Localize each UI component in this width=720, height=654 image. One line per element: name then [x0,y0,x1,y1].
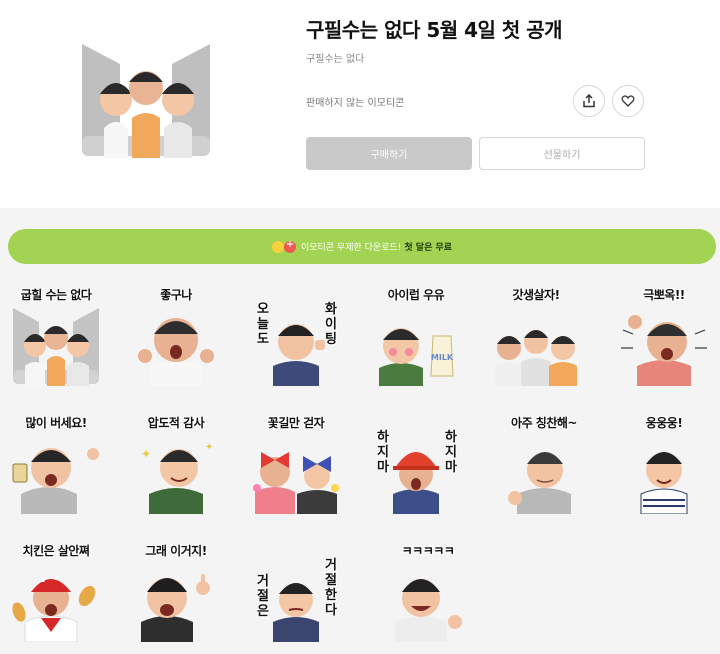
sticker-caption: 그래 이거지! [145,544,207,558]
sticker-caption: 웅웅웅! [645,416,683,430]
sticker-caption: 압도적 감사 [147,416,205,430]
sticker-item[interactable]: 웅웅웅! [619,414,709,516]
product-title: 구필수는 없다 5월 4일 첫 공개 [306,18,563,42]
sticker-image [508,452,571,514]
sticker-caption: 많이 버세요! [25,416,87,430]
promo-highlight: 첫 달은 무료 [404,243,453,253]
plus-icon [283,239,296,253]
heart-icon [621,95,635,107]
promo-banner[interactable]: 이모티콘 무제한 다운로드! 첫 달은 무료 [8,229,716,264]
sticker-caption: 아이럽 우유 [387,288,445,302]
sticker-image [138,318,214,386]
sticker-image: MILK [379,328,454,386]
sticker-item[interactable]: ㅋㅋㅋㅋㅋ [383,542,473,644]
sticker-item[interactable]: 굽힐 수는 없다 [11,286,101,388]
sale-status-note: 판매하지 않는 이모티콘 [306,98,405,109]
sticker-caption-right: 거절한다 [325,558,337,618]
sticker-item[interactable]: 압도적 감사 ✦ ✦ [131,414,221,516]
sticker-image [141,574,210,642]
sticker-item[interactable]: 하지마 하지마 [371,414,461,516]
sticker-item[interactable]: 오늘도 화이팅 [251,286,341,388]
share-button[interactable] [573,85,605,117]
sticker-caption: ㅋㅋㅋㅋㅋ [401,544,455,558]
sticker-caption: 극뽀옥!! [643,288,685,302]
svg-text:✦: ✦ [141,447,151,461]
sticker-image [395,579,462,642]
sticker-caption: 꽃길만 걷자 [267,416,325,430]
sticker-caption-left: 오늘도 [257,302,269,347]
sticker-image [640,452,688,514]
sticker-item[interactable]: 아이럽 우유 MILK [371,286,461,388]
author-name[interactable]: 구필수는 없다 [306,50,364,65]
sticker-preview-area: 이모티콘 무제한 다운로드! 첫 달은 무료 굽힐 수는 없다 좋구나 [0,208,720,654]
sticker-caption-right: 화이팅 [325,302,337,347]
product-header: 구필수는 없다 5월 4일 첫 공개 구필수는 없다 판매하지 않는 이모티콘 … [0,0,720,208]
sticker-item[interactable]: 극뽀옥!! [619,286,709,388]
sticker-caption: 굽힐 수는 없다 [20,288,92,302]
svg-text:✦: ✦ [205,442,213,453]
sticker-image [621,315,707,386]
sticker-item[interactable]: 갓생살자! [491,286,581,388]
sticker-item[interactable]: 거절은 거절한다 [251,542,341,644]
promo-text: 이모티콘 무제한 다운로드! [300,243,402,253]
sticker-item[interactable]: 아주 칭찬해~ [499,414,589,516]
sticker-caption: 치킨은 살안쪄 [22,544,90,558]
sticker-caption-left: 거절은 [257,574,269,619]
milk-label: MILK [431,353,454,362]
emoticon-face-icon [271,240,284,253]
sticker-item[interactable]: 많이 버세요! [11,414,101,516]
sticker-item[interactable]: 좋구나 [131,286,221,388]
like-button[interactable] [612,85,644,117]
sticker-image [13,308,99,386]
sticker-image [12,448,99,514]
share-icon [583,94,595,108]
sticker-image [12,576,96,642]
sticker-image [253,452,339,514]
sticker-caption-right: 하지마 [445,430,457,475]
sticker-item[interactable]: 그래 이거지! [131,542,221,644]
sticker-caption-left: 하지마 [377,430,389,475]
sticker-caption: 갓생살자! [512,288,560,302]
gift-button[interactable]: 선물하기 [479,137,645,170]
buy-button[interactable]: 구매하기 [306,137,472,170]
sticker-image: ✦ ✦ [141,442,213,514]
sticker-image [495,330,577,386]
sticker-item[interactable]: 치킨은 살안쪄 [11,542,101,644]
sticker-caption: 아주 칭찬해~ [511,416,577,430]
sticker-item[interactable]: 꽃길만 걷자 [251,414,341,516]
sticker-caption: 좋구나 [160,288,192,302]
cover-image [80,40,212,158]
